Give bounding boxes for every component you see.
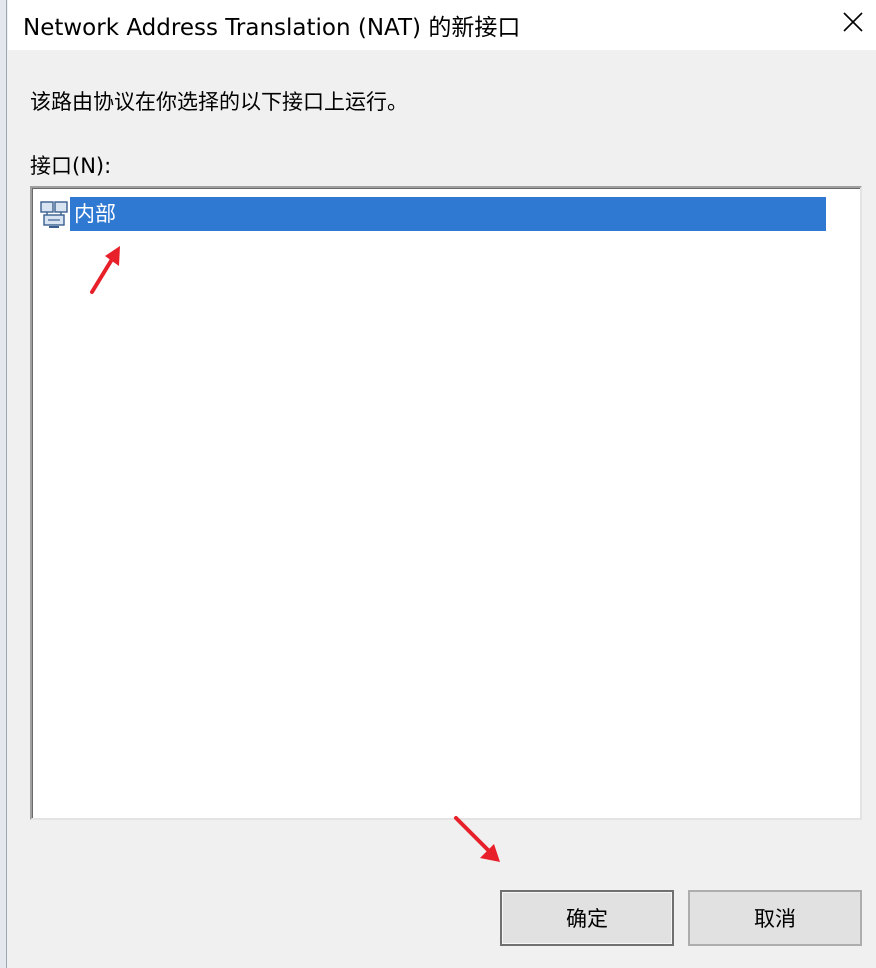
annotation-arrow-down-icon — [454, 816, 500, 862]
cancel-button[interactable]: 取消 — [688, 890, 862, 946]
background-window-edge — [0, 0, 7, 968]
interfaces-listbox[interactable]: 内部 — [30, 186, 862, 820]
annotation-arrow-up-icon — [90, 246, 120, 294]
ok-button[interactable]: 确定 — [500, 890, 674, 946]
nat-new-interface-dialog: Network Address Translation (NAT) 的新接口 该… — [0, 0, 876, 968]
description-text: 该路由协议在你选择的以下接口上运行。 — [30, 90, 408, 114]
network-interface-icon — [38, 198, 70, 230]
window-title: Network Address Translation (NAT) 的新接口 — [23, 15, 521, 41]
close-button[interactable] — [830, 0, 876, 44]
list-item-label[interactable]: 内部 — [70, 197, 826, 231]
title-bar: Network Address Translation (NAT) 的新接口 — [8, 0, 876, 50]
interfaces-label: 接口(N): — [30, 154, 112, 178]
list-item[interactable]: 内部 — [38, 196, 826, 232]
close-icon — [843, 12, 863, 32]
